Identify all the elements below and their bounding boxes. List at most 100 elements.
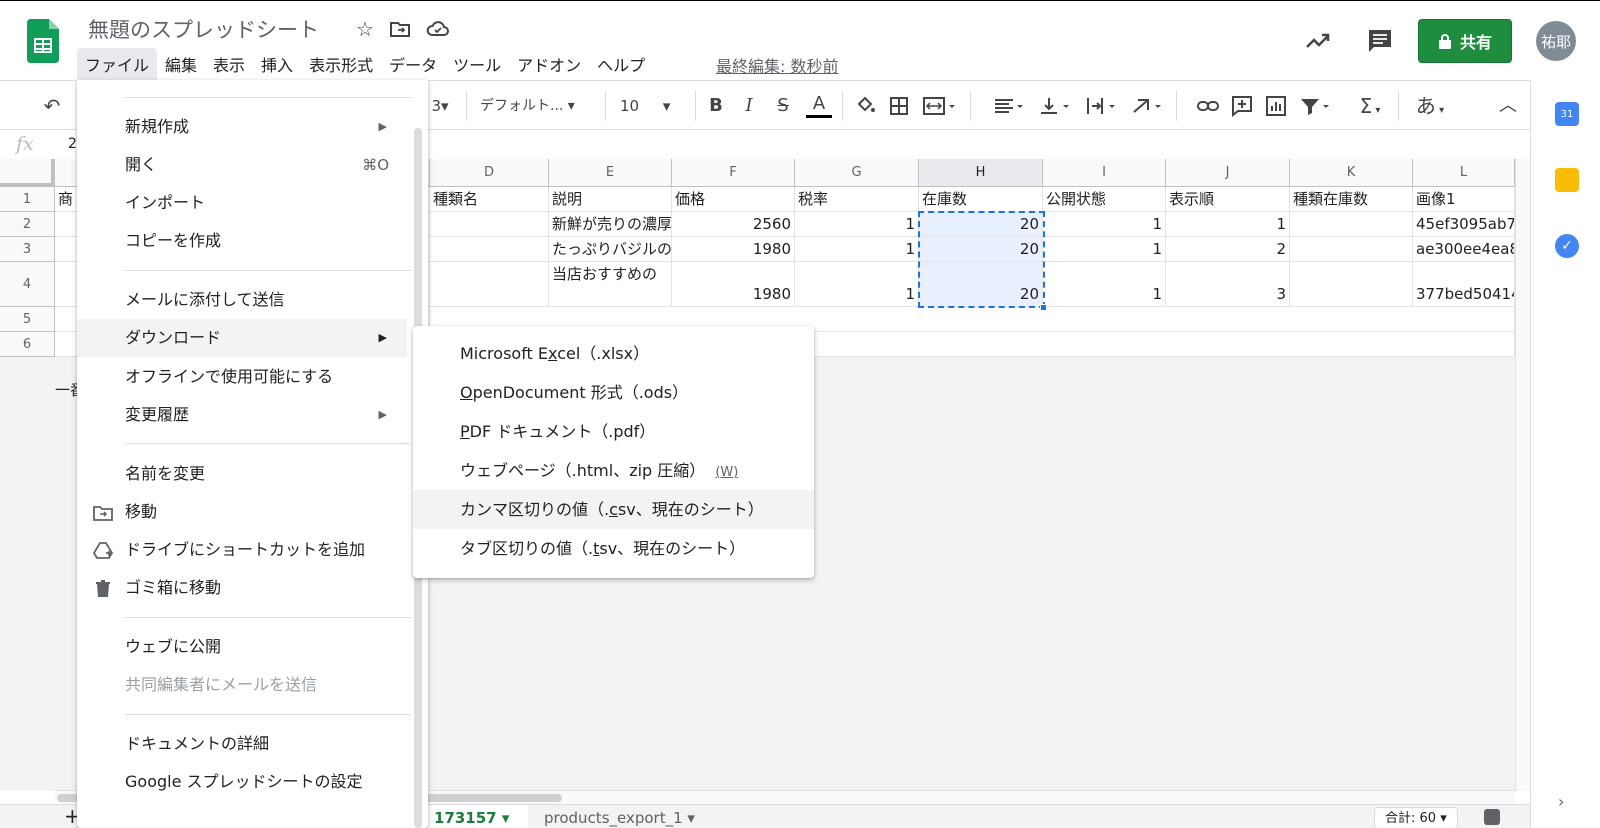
menu-item-document-details[interactable]: ドキュメントの詳細 (77, 725, 407, 763)
sum-indicator[interactable]: 合計: 60 ▾ (1374, 807, 1458, 828)
header-cell[interactable]: 在庫数 (919, 187, 1043, 212)
text-wrap-icon[interactable] (1084, 94, 1120, 118)
menu-item-rename[interactable]: 名前を変更 (77, 455, 407, 493)
strikethrough-icon[interactable]: S (772, 94, 794, 118)
fill-color-icon[interactable] (854, 94, 876, 118)
cell[interactable]: ae300ee4ea8 (1413, 237, 1515, 262)
row-header[interactable]: 3 (0, 237, 55, 262)
borders-icon[interactable] (888, 94, 910, 118)
cell[interactable]: 1 (795, 212, 919, 237)
insert-link-icon[interactable] (1196, 94, 1220, 118)
menu-item-open[interactable]: 開く ⌘O (77, 146, 407, 184)
cell[interactable] (1290, 262, 1413, 307)
tasks-icon[interactable]: ✓ (1555, 234, 1579, 258)
document-title[interactable]: 無題のスプレッドシート (88, 14, 319, 44)
select-all-corner[interactable] (0, 159, 55, 187)
sheets-logo-icon[interactable] (27, 19, 59, 63)
menu-item-download[interactable]: ダウンロード ▶ (77, 319, 407, 357)
collapse-toolbar-icon[interactable]: ︿ (1496, 94, 1520, 118)
fill-handle[interactable] (1040, 304, 1047, 311)
vertical-scrollbar[interactable] (1515, 159, 1530, 791)
header-cell[interactable]: 種類名 (430, 187, 549, 212)
column-header-d[interactable]: D (430, 159, 549, 187)
cell[interactable] (430, 237, 549, 262)
star-icon[interactable]: ☆ (353, 17, 377, 41)
filter-icon[interactable] (1298, 94, 1334, 118)
column-header-f[interactable]: F (672, 159, 795, 187)
column-header-j[interactable]: J (1166, 159, 1290, 187)
merge-cells-icon[interactable] (922, 94, 958, 118)
cell[interactable]: 1 (1043, 237, 1166, 262)
cloud-status-icon[interactable] (426, 17, 450, 41)
menu-help[interactable]: ヘルプ (589, 48, 653, 80)
download-html[interactable]: ウェブページ（.html、zip 圧縮） (W) (413, 451, 814, 490)
cell[interactable]: 45ef3095ab7c (1413, 212, 1515, 237)
row-header[interactable]: 4 (0, 262, 55, 307)
column-header-g[interactable]: G (795, 159, 919, 187)
cell[interactable]: 377bed50414 (1413, 262, 1515, 307)
download-tsv[interactable]: タブ区切りの値（.tsv、現在のシート） (413, 529, 814, 568)
column-header-k[interactable]: K (1290, 159, 1413, 187)
font-size-select[interactable]: 10 ▾ (620, 94, 685, 118)
download-ods[interactable]: OpenDocument 形式（.ods） (413, 373, 814, 412)
vertical-align-icon[interactable] (1038, 94, 1074, 118)
header-cell[interactable]: 税率 (795, 187, 919, 212)
cell[interactable]: たっぷりバジルの (549, 237, 672, 262)
menu-data[interactable]: データ (381, 48, 445, 80)
avatar[interactable]: 祐耶 (1536, 21, 1576, 61)
cell[interactable]: 1 (795, 262, 919, 307)
share-button[interactable]: 共有 (1418, 19, 1512, 63)
text-rotation-icon[interactable] (1130, 94, 1166, 118)
cell[interactable]: 1980 (672, 237, 795, 262)
menu-item-email-attachment[interactable]: メールに添付して送信 (77, 281, 407, 319)
cell[interactable]: 1 (1043, 262, 1166, 307)
menu-format[interactable]: 表示形式 (301, 48, 381, 80)
cell[interactable]: 新鮮が売りの濃厚 (549, 212, 672, 237)
column-header-h[interactable]: H (919, 159, 1043, 187)
header-cell[interactable]: 種類在庫数 (1290, 187, 1413, 212)
header-cell[interactable]: 説明 (549, 187, 672, 212)
cell[interactable] (1290, 212, 1413, 237)
calendar-icon[interactable]: 31 (1555, 102, 1579, 126)
cell[interactable]: 3 (1166, 262, 1290, 307)
column-header-l[interactable]: L (1413, 159, 1515, 187)
column-header-i[interactable]: I (1043, 159, 1166, 187)
row-header[interactable]: 1 (0, 187, 55, 212)
column-header-e[interactable]: E (549, 159, 672, 187)
insert-comment-icon[interactable] (1230, 94, 1254, 118)
menu-item-make-copy[interactable]: コピーを作成 (77, 222, 407, 260)
menu-item-new[interactable]: 新規作成 ▶ (77, 108, 407, 146)
row-header[interactable]: 5 (0, 307, 55, 332)
comment-icon[interactable] (1366, 27, 1394, 55)
functions-icon[interactable]: Σ ▾ (1352, 94, 1388, 118)
cell[interactable]: 2 (1166, 237, 1290, 262)
move-folder-icon[interactable] (388, 17, 412, 41)
header-cell[interactable]: 表示順 (1166, 187, 1290, 212)
download-xlsx[interactable]: Microsoft Excel（.xlsx） (413, 334, 814, 373)
menu-insert[interactable]: 挿入 (253, 48, 301, 80)
sheet-tab[interactable]: products_export_1 ▾ (530, 805, 709, 828)
cell[interactable]: 1980 (672, 262, 795, 307)
menu-item-offline[interactable]: オフラインで使用可能にする (77, 358, 407, 396)
insert-chart-icon[interactable] (1264, 94, 1288, 118)
menu-item-add-shortcut[interactable]: ドライブにショートカットを追加 (77, 531, 407, 569)
download-pdf[interactable]: PDF ドキュメント（.pdf） (413, 412, 814, 451)
cell[interactable] (430, 262, 549, 307)
font-family-select[interactable]: デフォルト... ▾ (480, 94, 595, 118)
header-cell[interactable]: 価格 (672, 187, 795, 212)
menu-tools[interactable]: ツール (445, 48, 509, 80)
menu-item-publish-web[interactable]: ウェブに公開 (77, 628, 407, 666)
cell[interactable]: 当店おすすめの (549, 262, 672, 307)
cell[interactable] (430, 212, 549, 237)
menu-edit[interactable]: 編集 (157, 48, 205, 80)
menu-item-trash[interactable]: ゴミ箱に移動 (77, 569, 407, 607)
expand-panel-icon[interactable]: › (1558, 792, 1564, 811)
last-edit-link[interactable]: 最終編集: 数秒前 (716, 53, 838, 77)
input-tools-select[interactable]: あ ▾ (1410, 94, 1450, 118)
formula-input[interactable]: 2 (68, 136, 77, 152)
row-header[interactable]: 6 (0, 332, 55, 357)
cell[interactable]: 1 (795, 237, 919, 262)
cell[interactable]: 1 (1043, 212, 1166, 237)
download-csv[interactable]: カンマ区切りの値（.csv、現在のシート） (413, 490, 814, 529)
row-header[interactable]: 2 (0, 212, 55, 237)
